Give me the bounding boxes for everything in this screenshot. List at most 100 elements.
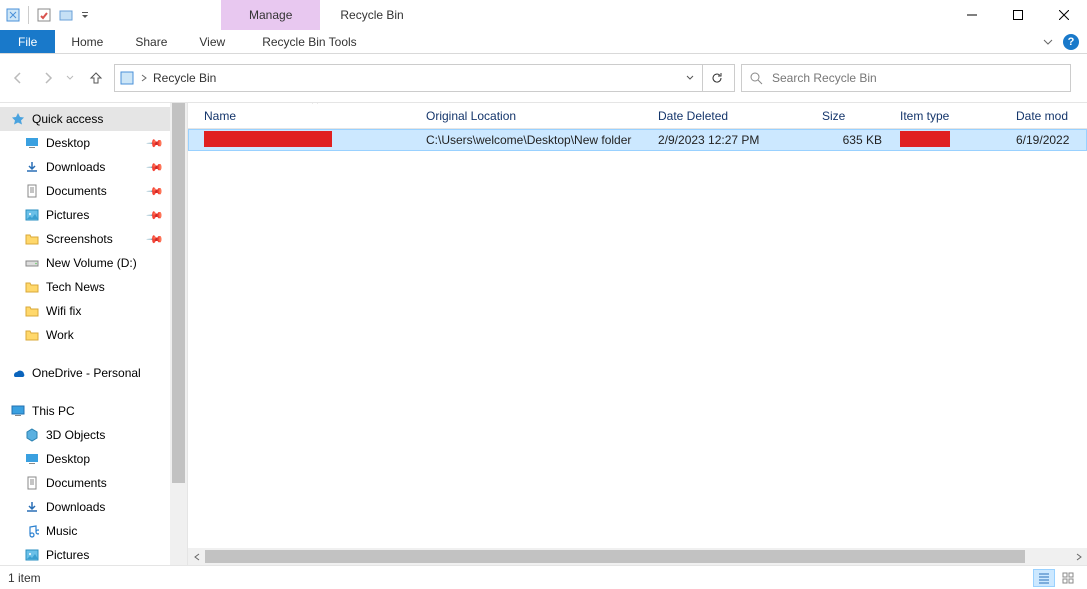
scroll-right-icon[interactable] [1070,548,1087,565]
tree-label: Documents [46,184,142,198]
documents-icon [24,183,40,199]
tree-label: OneDrive - Personal [32,366,170,380]
tree-label: This PC [32,404,170,418]
tree-documents-pc[interactable]: Documents [0,471,170,495]
cell-date-modified: 6/19/2022 [1016,133,1086,147]
tree-quick-access[interactable]: Quick access [0,107,170,131]
file-rows: C:\Users\welcome\Desktop\New folder 2/9/… [188,129,1087,548]
status-bar: 1 item [0,565,1087,589]
tree-wifi-fix[interactable]: Wifi fix [0,299,170,323]
search-box[interactable] [741,64,1071,92]
horizontal-scrollbar[interactable] [188,548,1087,565]
expand-ribbon-icon[interactable] [1039,35,1057,49]
maximize-button[interactable] [995,0,1041,30]
tab-recycle-bin-tools[interactable]: Recycle Bin Tools [246,30,373,53]
tree-downloads-pc[interactable]: Downloads [0,495,170,519]
new-folder-icon[interactable] [57,6,75,24]
back-button[interactable] [6,66,30,90]
file-row[interactable]: C:\Users\welcome\Desktop\New folder 2/9/… [188,129,1087,151]
folder-icon [24,279,40,295]
tree-documents[interactable]: Documents 📌 [0,179,170,203]
address-dropdown-icon[interactable] [678,75,702,81]
tree-tech-news[interactable]: Tech News [0,275,170,299]
tree-label: Music [46,524,170,538]
column-item-type[interactable]: Item type [900,103,1016,128]
tree-pictures[interactable]: Pictures 📌 [0,203,170,227]
column-original-location[interactable]: Original Location [426,103,658,128]
tree-view[interactable]: Quick access Desktop 📌 Downloads 📌 Docum… [0,103,170,565]
tree-desktop[interactable]: Desktop 📌 [0,131,170,155]
cell-size: 635 KB [822,133,900,147]
item-count: 1 item [8,571,41,585]
tree-label: Documents [46,476,170,490]
window-controls [949,0,1087,30]
details-view-button[interactable] [1033,569,1055,587]
this-pc-icon [10,403,26,419]
breadcrumb-recycle-bin[interactable]: Recycle Bin [149,71,220,85]
help-button[interactable]: ? [1063,34,1079,50]
tree-label: Quick access [32,112,170,126]
search-icon [750,72,764,85]
pin-icon: 📌 [146,230,165,249]
up-button[interactable] [84,66,108,90]
pin-icon: 📌 [146,158,165,177]
desktop-icon [24,135,40,151]
tree-pictures-pc[interactable]: Pictures [0,543,170,565]
folder-icon [24,231,40,247]
tree-downloads[interactable]: Downloads 📌 [0,155,170,179]
tree-3d-objects[interactable]: 3D Objects [0,423,170,447]
tree-label: 3D Objects [46,428,170,442]
forward-button[interactable] [36,66,60,90]
tree-new-volume[interactable]: New Volume (D:) [0,251,170,275]
tree-screenshots[interactable]: Screenshots 📌 [0,227,170,251]
pictures-icon [24,547,40,563]
sidebar-scrollbar[interactable] [170,103,187,565]
scrollbar-thumb[interactable] [172,103,185,483]
tree-label: Desktop [46,136,142,150]
tab-share[interactable]: Share [119,30,183,53]
redacted-content [900,131,950,147]
tab-home[interactable]: Home [55,30,119,53]
large-icons-view-button[interactable] [1057,569,1079,587]
navigation-bar: Recycle Bin [0,60,1087,96]
tree-onedrive[interactable]: OneDrive - Personal [0,361,170,385]
refresh-button[interactable] [702,64,730,92]
downloads-icon [24,159,40,175]
folder-icon [24,303,40,319]
close-button[interactable] [1041,0,1087,30]
qat-dropdown-icon[interactable] [79,4,91,26]
minimize-button[interactable] [949,0,995,30]
pin-icon: 📌 [146,134,165,153]
recycle-bin-icon[interactable] [4,6,22,24]
address-bar[interactable]: Recycle Bin [114,64,735,92]
pictures-icon [24,207,40,223]
tree-label: Work [46,328,170,342]
column-date-deleted[interactable]: Date Deleted [658,103,822,128]
tree-label: Desktop [46,452,170,466]
3d-objects-icon [24,427,40,443]
context-tab-manage[interactable]: Manage [221,0,320,30]
column-name[interactable]: Name [204,103,426,128]
search-input[interactable] [770,70,1062,86]
scroll-left-icon[interactable] [188,548,205,565]
scrollbar-thumb[interactable] [205,550,1025,563]
cell-original-location: C:\Users\welcome\Desktop\New folder [426,133,658,147]
pin-icon: 📌 [146,182,165,201]
history-dropdown-icon[interactable] [66,75,78,81]
tab-file[interactable]: File [0,30,55,53]
tree-label: Pictures [46,548,170,562]
tree-this-pc[interactable]: This PC [0,399,170,423]
breadcrumb-chevron-icon[interactable] [139,74,149,82]
tree-desktop-pc[interactable]: Desktop [0,447,170,471]
column-size[interactable]: Size [822,103,900,128]
qat-separator [28,6,29,24]
column-date-modified[interactable]: Date mod [1016,103,1087,128]
properties-icon[interactable] [35,6,53,24]
tree-work[interactable]: Work [0,323,170,347]
tree-music[interactable]: Music [0,519,170,543]
scrollbar-track[interactable] [205,548,1070,565]
window-title: Recycle Bin [320,0,423,30]
star-icon [10,111,26,127]
tab-view[interactable]: View [183,30,241,53]
title-center: Manage Recycle Bin [221,0,424,30]
